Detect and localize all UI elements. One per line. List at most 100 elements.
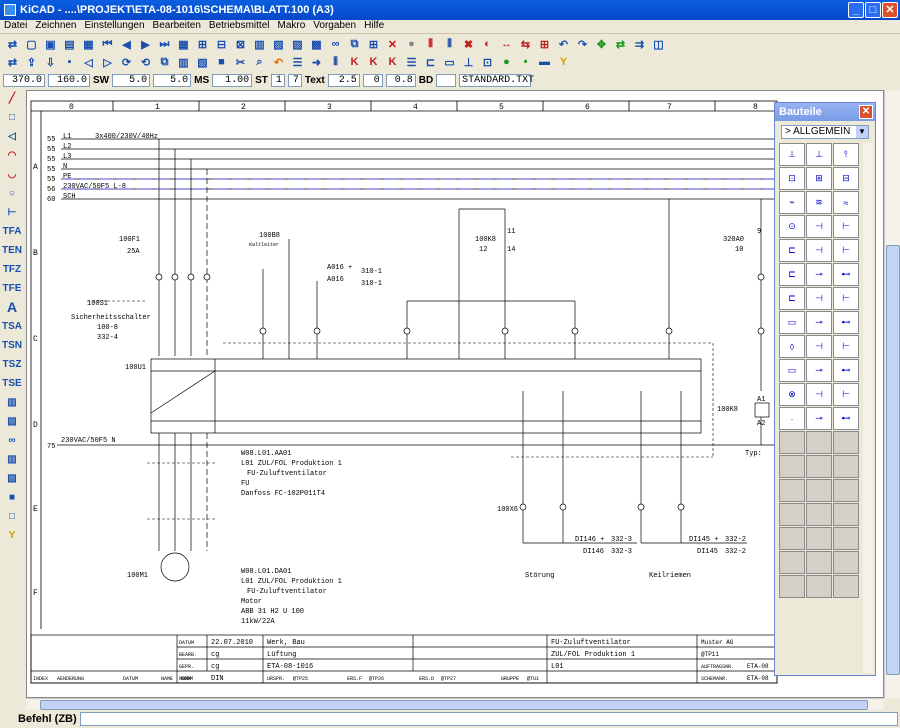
component-cell[interactable]: ⟂	[779, 143, 805, 166]
grid4-icon[interactable]: ⊠	[232, 36, 249, 52]
arrows4-icon[interactable]: ⇉	[631, 36, 648, 52]
arc-icon[interactable]: ◠	[2, 147, 22, 163]
next-page-icon[interactable]: ▶	[137, 36, 154, 52]
component-cell[interactable]: ⊸	[806, 407, 832, 430]
search-icon[interactable]: ⌕	[251, 54, 268, 70]
folder-icon[interactable]: ▤	[61, 36, 78, 52]
component-cell[interactable]: ⊢	[833, 239, 859, 262]
square-icon[interactable]: ■	[213, 54, 230, 70]
menu-vorgaben[interactable]: Vorgaben	[313, 20, 356, 33]
link2-icon[interactable]: ⧉	[346, 36, 363, 52]
triangle-icon[interactable]: ◁	[2, 128, 22, 144]
ten-icon[interactable]: TEN	[2, 242, 22, 258]
step-icon[interactable]: ⊥	[460, 54, 477, 70]
tsa-icon[interactable]: TSA	[2, 318, 22, 334]
rotate2-icon[interactable]: ⟲	[137, 54, 154, 70]
component-cell[interactable]: ⊢	[833, 383, 859, 406]
grid3-icon[interactable]: ⊟	[213, 36, 230, 52]
zoom-tool4-icon[interactable]: ▧	[2, 470, 22, 486]
maximize-button[interactable]: □	[865, 2, 881, 18]
zoom-tool2-icon[interactable]: ▧	[2, 413, 22, 429]
link-tool-icon[interactable]: ∞	[2, 432, 22, 448]
command-input[interactable]	[80, 712, 898, 726]
tfz-icon[interactable]: TFZ	[2, 261, 22, 277]
dropdown-arrow-icon[interactable]: ▼	[856, 126, 868, 138]
component-cell[interactable]: ⊙	[779, 215, 805, 238]
menu-makro[interactable]: Makro	[278, 20, 306, 33]
sw-field-2[interactable]: 5.0	[153, 73, 192, 87]
save-icon[interactable]: ▪	[61, 54, 78, 70]
counter-icon[interactable]: ◫	[650, 36, 667, 52]
vertical-scrollbar[interactable]	[884, 90, 900, 698]
export-icon[interactable]: ⇪	[23, 54, 40, 70]
lines-icon[interactable]: ☰	[289, 54, 306, 70]
component-cell[interactable]: ⫯	[833, 143, 859, 166]
undo2-icon[interactable]: ↶	[270, 54, 287, 70]
component-cell[interactable]: ⊷	[833, 263, 859, 286]
zoom5-icon[interactable]: ▧	[194, 54, 211, 70]
file-field[interactable]: STANDARD.TXT	[459, 73, 534, 87]
redo-icon[interactable]: ↷	[574, 36, 591, 52]
sw-field-1[interactable]: 5.0	[112, 73, 151, 87]
cross-icon[interactable]: ✖	[460, 36, 477, 52]
menu-betriebsmittel[interactable]: Betriebsmittel	[209, 20, 270, 33]
zoom-icon[interactable]: ▥	[251, 36, 268, 52]
last-page-icon[interactable]: ⏭	[156, 36, 173, 52]
black-square-icon[interactable]: ■	[2, 489, 22, 505]
schematic-canvas[interactable]: 0 1 2 3 4 5 6 7 8 A B C D E F L1 L2 L3 N…	[26, 90, 884, 698]
component-cell[interactable]: ⊣	[806, 383, 832, 406]
component-cell[interactable]: ⊣	[806, 335, 832, 358]
component-cell[interactable]: ▭	[779, 359, 805, 382]
page-prev-icon[interactable]: ◁	[80, 54, 97, 70]
move-icon[interactable]: ✥	[593, 36, 610, 52]
component-cell[interactable]: ⊢	[833, 287, 859, 310]
component-cell[interactable]: ⊷	[833, 311, 859, 334]
zoom-tool3-icon[interactable]: ▥	[2, 451, 22, 467]
y-coordinate-field[interactable]: 160.0	[48, 73, 90, 87]
delete-icon[interactable]: ✕	[384, 36, 401, 52]
minimize-button[interactable]: _	[848, 2, 864, 18]
arc2-icon[interactable]: ◡	[2, 166, 22, 182]
close-button[interactable]: ✕	[882, 2, 898, 18]
x-coordinate-field[interactable]: 370.0	[3, 73, 45, 87]
new-file-icon[interactable]: ▢	[23, 36, 40, 52]
arrows2-icon[interactable]: ⇆	[517, 36, 534, 52]
component-cell[interactable]: ⊏	[779, 263, 805, 286]
line-icon[interactable]: ╱	[2, 90, 22, 106]
dot-icon[interactable]: •	[517, 54, 534, 70]
zoom2-icon[interactable]: ▧	[270, 36, 287, 52]
component-cell[interactable]: ⊸	[806, 263, 832, 286]
component-cell[interactable]: ⊢	[833, 335, 859, 358]
open-icon[interactable]: ▣	[42, 36, 59, 52]
category-select[interactable]: > ALLGEMEIN ▼	[781, 125, 869, 139]
zoom-tool-icon[interactable]: ▥	[2, 394, 22, 410]
rect-icon[interactable]: □	[2, 109, 22, 125]
component-cell[interactable]: ·	[779, 407, 805, 430]
print-icon[interactable]: ▦	[80, 36, 97, 52]
menu-einstellungen[interactable]: Einstellungen	[85, 20, 145, 33]
component-cell[interactable]: ◊	[779, 335, 805, 358]
arrow-icon[interactable]: ➜	[308, 54, 325, 70]
st-field-1[interactable]: 1	[270, 73, 285, 87]
component-cell[interactable]: ⊣	[806, 215, 832, 238]
component-cell[interactable]: ⊸	[806, 311, 832, 334]
kh2-icon[interactable]: K	[365, 54, 382, 70]
import-icon[interactable]: ⇩	[42, 54, 59, 70]
component-cell[interactable]: ⌁	[779, 191, 805, 214]
bars-icon[interactable]: ⫴	[422, 36, 439, 52]
rotate-icon[interactable]: ⟳	[118, 54, 135, 70]
grid5-icon[interactable]: ⊞	[365, 36, 382, 52]
component-cell[interactable]: ⊟	[833, 167, 859, 190]
y-tool-icon[interactable]: Y	[2, 527, 22, 543]
bars3-icon[interactable]: ⫴	[327, 54, 344, 70]
horizontal-scrollbar[interactable]	[26, 698, 884, 710]
sau-icon[interactable]: ▭	[441, 54, 458, 70]
text-field-3[interactable]: 0.8	[385, 73, 416, 87]
component-cell[interactable]: ⊣	[806, 239, 832, 262]
first-page-icon[interactable]: ⏮	[99, 36, 116, 52]
tsn-icon[interactable]: TSN	[2, 337, 22, 353]
component-cell[interactable]: ▭	[779, 311, 805, 334]
text-tool-icon[interactable]: A	[2, 299, 22, 315]
page-next-icon[interactable]: ▷	[99, 54, 116, 70]
tse-icon[interactable]: TSE	[2, 375, 22, 391]
